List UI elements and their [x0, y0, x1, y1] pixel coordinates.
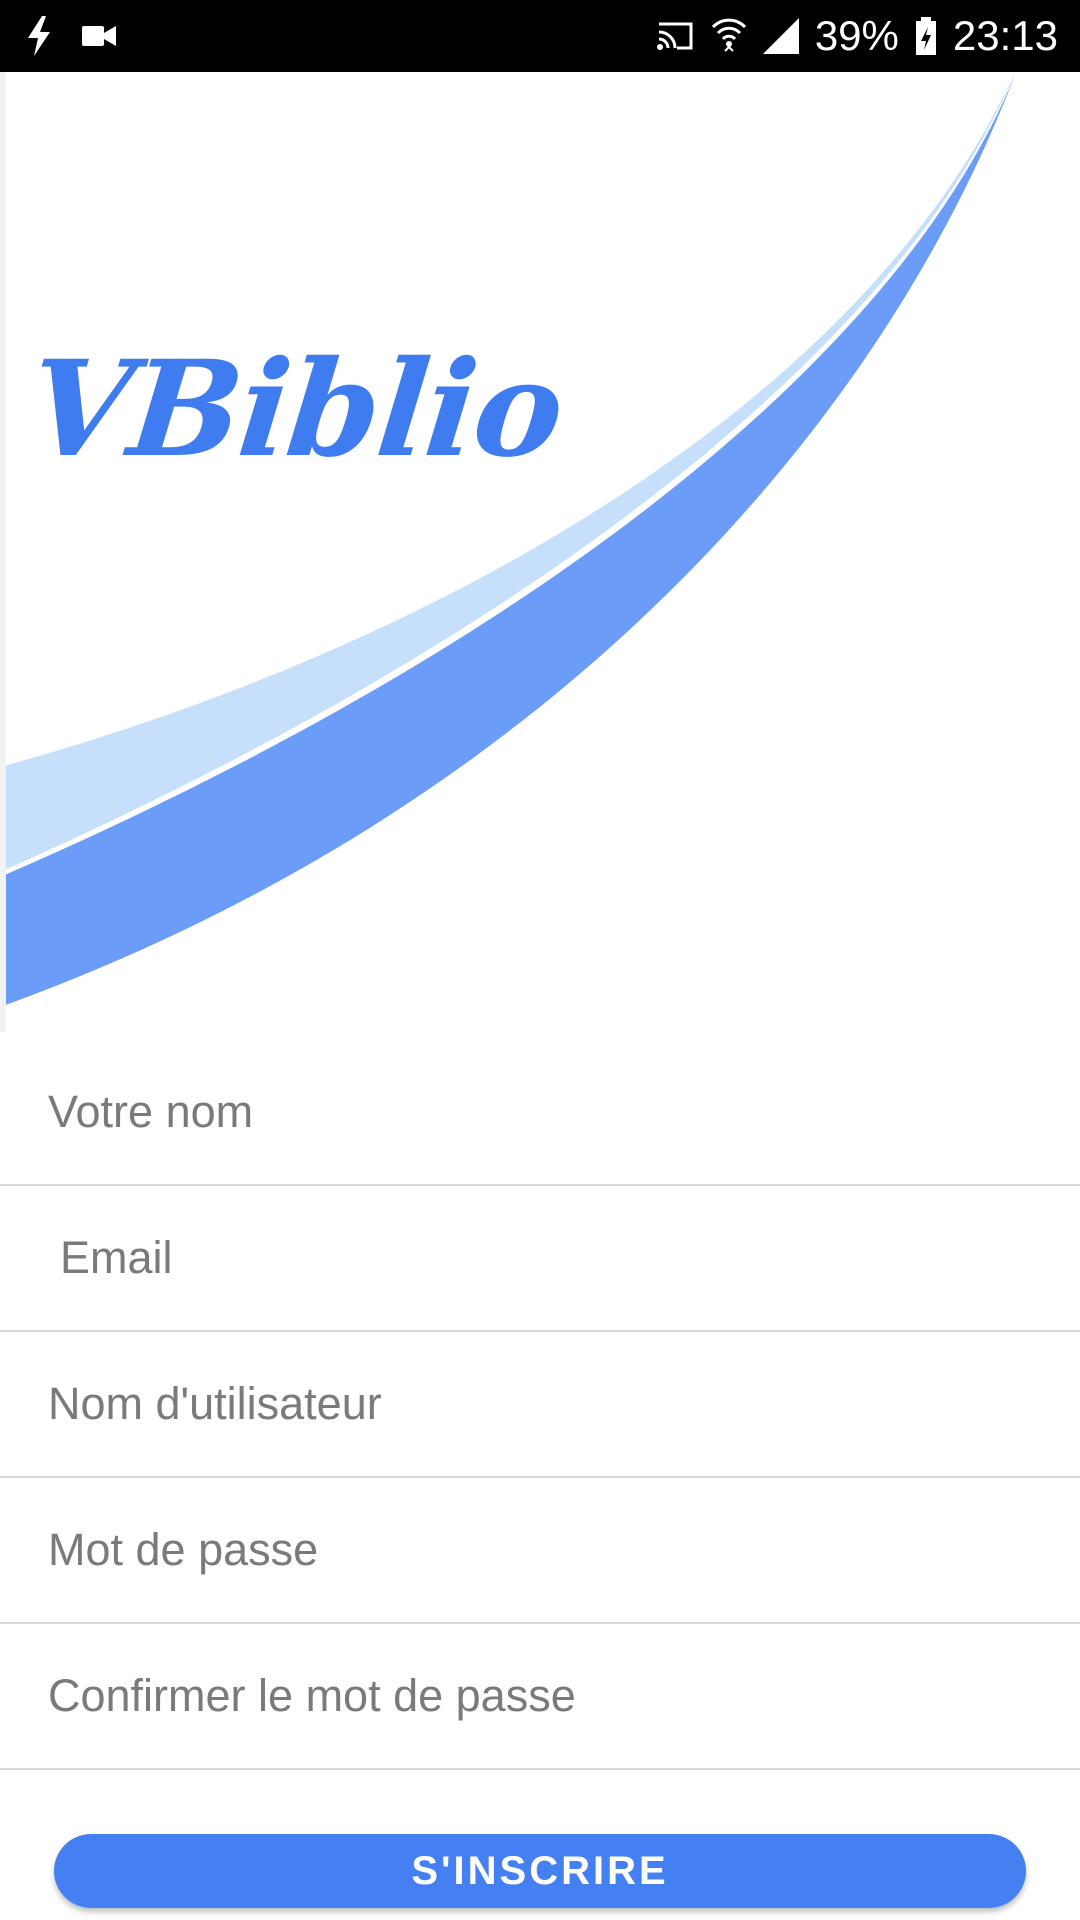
signup-button[interactable]: S'INSCRIRE — [54, 1834, 1026, 1908]
status-left — [26, 0, 116, 72]
swoosh-decoration — [0, 72, 1016, 1032]
name-input[interactable] — [48, 1072, 1038, 1152]
name-field — [0, 1040, 1080, 1186]
email-field — [0, 1186, 1080, 1332]
status-right: 39% 23:13 — [655, 0, 1058, 72]
username-input[interactable] — [48, 1364, 1038, 1444]
flash-icon — [26, 16, 52, 56]
cast-icon — [655, 20, 695, 52]
confirm-password-field — [0, 1624, 1080, 1770]
status-bar: 39% 23:13 — [0, 0, 1080, 72]
confirm-password-input[interactable] — [48, 1656, 1038, 1736]
email-input[interactable] — [60, 1218, 1050, 1298]
battery-charging-icon — [915, 17, 937, 55]
video-camera-icon — [82, 24, 116, 48]
app-logo: VBiblio — [21, 332, 569, 487]
clock: 23:13 — [952, 12, 1058, 59]
password-input[interactable] — [48, 1510, 1038, 1590]
signup-form — [0, 1040, 1080, 1770]
swoosh-dark-band — [0, 72, 1016, 1007]
signal-icon — [762, 18, 799, 54]
password-field — [0, 1478, 1080, 1624]
battery-percent: 39% — [814, 12, 899, 59]
header-graphic: VBiblio — [0, 72, 1080, 1032]
username-field — [0, 1332, 1080, 1478]
wifi-icon — [711, 17, 747, 55]
